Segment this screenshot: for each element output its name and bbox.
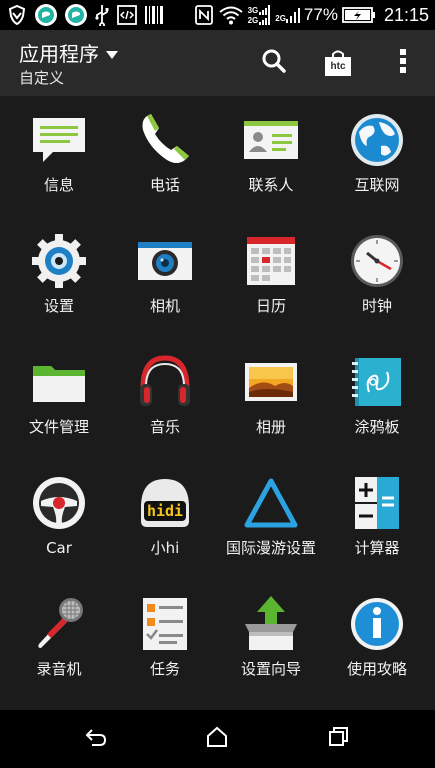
settings-icon	[29, 231, 89, 291]
app-phone[interactable]: 电话	[111, 96, 219, 216]
home-icon	[205, 726, 229, 752]
app-label: 电话	[149, 176, 180, 194]
app-grid: 信息 电话 联系人 互联网 设置 相机 日历 时钟 文件管理 音乐 相册 涂鸦板…	[0, 96, 435, 710]
clock-icon	[347, 231, 407, 291]
app-setup-wizard[interactable]: 设置向导	[217, 580, 325, 700]
nfc-icon	[194, 4, 214, 26]
app-contacts[interactable]: 联系人	[217, 96, 325, 216]
app-internet[interactable]: 互联网	[323, 96, 431, 216]
navigation-bar	[0, 710, 435, 768]
app-music[interactable]: 音乐	[111, 338, 219, 458]
status-bar: 3G 2G 2G 77% 21:15	[0, 0, 435, 30]
app-camera[interactable]: 相机	[111, 217, 219, 337]
microphone-icon	[29, 594, 89, 654]
app-label: 日历	[255, 297, 286, 315]
setup-wizard-icon	[241, 594, 301, 654]
recent-apps-icon	[326, 726, 350, 752]
hidi-badge: hidi	[146, 502, 184, 520]
app-scribble[interactable]: 涂鸦板	[323, 338, 431, 458]
search-icon	[261, 48, 287, 78]
network-type-top: 3G	[247, 6, 259, 15]
search-button[interactable]	[254, 43, 294, 83]
app-label: 音乐	[149, 418, 180, 436]
camera-icon	[135, 231, 195, 291]
app-label: 小hi	[150, 539, 180, 557]
app-file-manager[interactable]: 文件管理	[5, 338, 113, 458]
battery-charging-icon	[342, 6, 376, 24]
triangle-down-icon	[105, 41, 119, 65]
messages-icon	[29, 110, 89, 170]
steering-wheel-icon	[29, 473, 89, 533]
scribble-icon	[347, 352, 407, 412]
shield-icon	[6, 4, 28, 26]
action-bar: 应用程序 自定义 htc	[0, 30, 435, 96]
app-label: 时钟	[361, 297, 392, 315]
app-tasks[interactable]: 任务	[111, 580, 219, 700]
app-settings[interactable]: 设置	[5, 217, 113, 337]
app-label: 设置	[43, 297, 74, 315]
app-hidi[interactable]: hidi 小hi	[111, 459, 219, 579]
page-title: 应用程序	[19, 42, 99, 66]
recent-apps-button[interactable]	[318, 724, 358, 754]
app-calculator[interactable]: 计算器	[323, 459, 431, 579]
wifi-icon	[218, 4, 244, 26]
roaming-icon	[241, 473, 301, 533]
debug-icon	[116, 4, 138, 26]
overflow-menu-button[interactable]	[383, 43, 423, 83]
store-label: htc	[330, 61, 346, 72]
network-type-bottom: 2G	[247, 16, 259, 25]
back-button[interactable]	[76, 724, 116, 754]
app-label: 相册	[255, 418, 286, 436]
app-label: Car	[46, 539, 72, 557]
security-app-icon	[34, 3, 58, 27]
info-icon	[347, 594, 407, 654]
app-label: 任务	[149, 660, 180, 678]
signal-sim1-icon: 3G 2G	[248, 5, 272, 25]
app-label: 国际漫游设置	[225, 539, 316, 557]
phone-icon	[135, 110, 195, 170]
app-messages[interactable]: 信息	[5, 96, 113, 216]
shopping-bag-icon: htc	[323, 48, 353, 78]
calculator-icon	[347, 473, 407, 533]
back-icon	[84, 726, 108, 752]
folder-icon	[29, 352, 89, 412]
headphones-icon	[135, 352, 195, 412]
app-calendar[interactable]: 日历	[217, 217, 325, 337]
signal-sim2-icon: 2G	[275, 7, 300, 23]
page-subtitle: 自定义	[19, 69, 65, 87]
clock-time: 21:15	[383, 4, 429, 25]
network-type-2: 2G	[275, 14, 286, 23]
security-app-icon-2	[64, 3, 88, 27]
internet-icon	[347, 110, 407, 170]
app-label: 文件管理	[28, 418, 89, 436]
app-label: 计算器	[354, 539, 400, 557]
app-clock[interactable]: 时钟	[323, 217, 431, 337]
barcode-icon	[144, 4, 164, 26]
app-guide[interactable]: 使用攻略	[323, 580, 431, 700]
contacts-icon	[241, 110, 301, 170]
calendar-icon	[241, 231, 301, 291]
hidi-icon: hidi	[135, 473, 195, 533]
app-roaming[interactable]: 国际漫游设置	[217, 459, 325, 579]
app-label: 涂鸦板	[354, 418, 400, 436]
home-button[interactable]	[197, 724, 237, 754]
app-label: 录音机	[36, 660, 82, 678]
more-vertical-icon	[399, 48, 407, 78]
app-label: 使用攻略	[346, 660, 407, 678]
app-label: 信息	[43, 176, 74, 194]
app-recorder[interactable]: 录音机	[5, 580, 113, 700]
apps-dropdown[interactable]: 应用程序	[19, 38, 119, 67]
app-label: 设置向导	[240, 660, 301, 678]
gallery-icon	[241, 352, 301, 412]
app-label: 相机	[149, 297, 180, 315]
tasks-icon	[135, 594, 195, 654]
app-label: 联系人	[248, 176, 294, 194]
app-label: 互联网	[354, 176, 400, 194]
app-car[interactable]: Car	[5, 459, 113, 579]
usb-icon	[94, 4, 110, 26]
app-gallery[interactable]: 相册	[217, 338, 325, 458]
store-button[interactable]: htc	[318, 43, 358, 83]
battery-percent: 77%	[303, 5, 338, 24]
